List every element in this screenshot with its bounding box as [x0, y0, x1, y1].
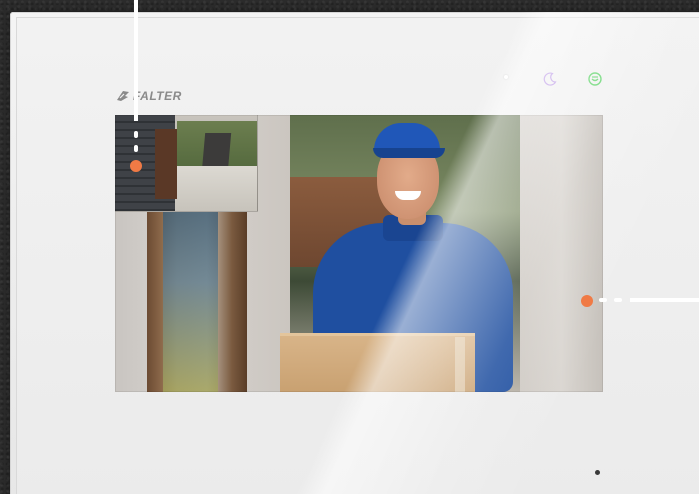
video-screen[interactable]: [115, 115, 603, 392]
callout-line-horizontal: [630, 298, 699, 302]
callout-dash: [134, 131, 138, 138]
brand-emblem-icon: [117, 91, 129, 101]
callout-marker-pip: [130, 160, 142, 172]
brand-name: FALTER: [133, 89, 182, 103]
callout-dash: [134, 145, 138, 152]
callout-marker-screen: [581, 295, 593, 307]
callout-line-vertical: [134, 0, 138, 121]
unlock-icon[interactable]: [587, 71, 603, 87]
moon-icon[interactable]: [542, 71, 558, 87]
microphone-icon: [595, 470, 600, 475]
callout-dash: [614, 298, 622, 302]
callout-dash: [599, 298, 607, 302]
intercom-monitor: FALTER: [10, 12, 699, 494]
brand-logo: FALTER: [116, 89, 182, 103]
screen-edge: [115, 115, 603, 392]
led-indicator-icon: [504, 75, 508, 79]
